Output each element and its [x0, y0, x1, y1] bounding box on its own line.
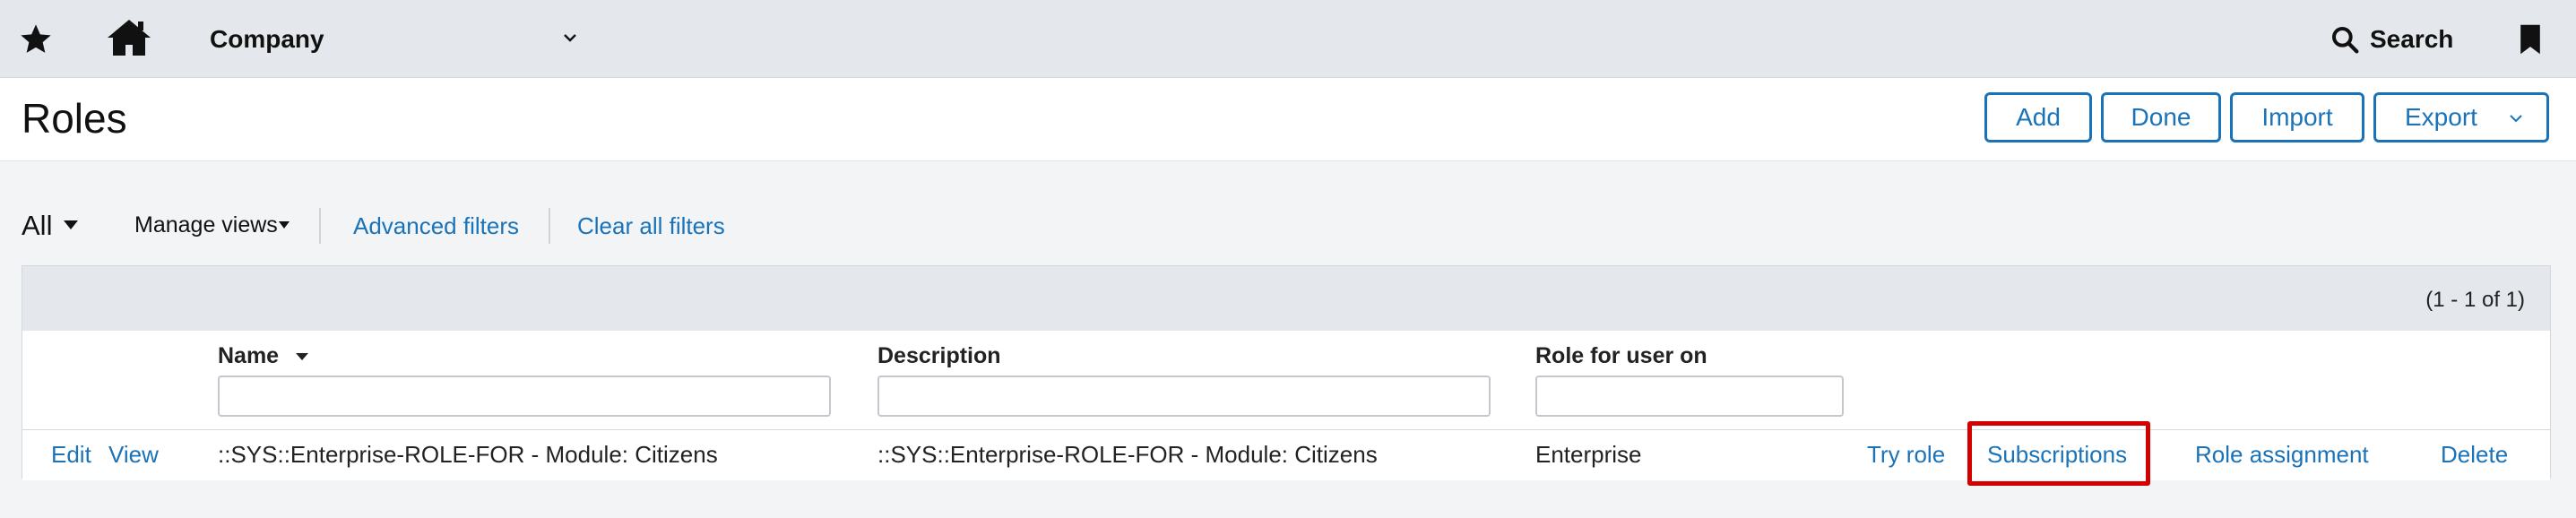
- caret-down-icon[interactable]: [63, 220, 79, 230]
- search-button[interactable]: Search: [2370, 25, 2453, 54]
- caret-down-icon[interactable]: [278, 220, 290, 229]
- try-role-link[interactable]: Try role: [1867, 441, 1945, 469]
- name-filter-input[interactable]: [218, 376, 831, 417]
- role-for-cell: Enterprise: [1535, 441, 1642, 468]
- import-button[interactable]: Import: [2230, 92, 2364, 142]
- advanced-filters-link[interactable]: Advanced filters: [353, 212, 519, 240]
- view-selector[interactable]: All: [22, 210, 52, 242]
- divider: [549, 208, 550, 244]
- role-for-filter-input[interactable]: [1535, 376, 1844, 417]
- chevron-down-icon: [2510, 115, 2522, 123]
- top-nav-bar: Company Search: [0, 0, 2576, 78]
- export-label: Export: [2405, 103, 2477, 131]
- role-description-cell: ::SYS::Enterprise-ROLE-FOR - Module: Cit…: [877, 441, 1378, 468]
- add-button[interactable]: Add: [1984, 92, 2092, 142]
- manage-views-dropdown[interactable]: Manage views: [134, 212, 278, 238]
- role-name-cell: ::SYS::Enterprise-ROLE-FOR - Module: Cit…: [218, 441, 718, 468]
- delete-link[interactable]: Delete: [2441, 441, 2508, 469]
- star-icon[interactable]: [18, 22, 54, 57]
- column-header-description[interactable]: Description: [877, 343, 1001, 369]
- sort-caret-icon[interactable]: [295, 352, 309, 361]
- page-title: Roles: [22, 95, 127, 142]
- home-icon[interactable]: [106, 18, 152, 57]
- edit-link[interactable]: Edit: [51, 441, 91, 469]
- subscriptions-link[interactable]: Subscriptions: [1987, 441, 2127, 469]
- chevron-down-icon[interactable]: [561, 29, 579, 47]
- view-link[interactable]: View: [108, 441, 159, 469]
- table-row: Edit View ::SYS::Enterprise-ROLE-FOR - M…: [22, 421, 2550, 486]
- column-header-name[interactable]: Name: [218, 343, 279, 369]
- roles-table: (1 - 1 of 1) Name Description Role for u…: [22, 265, 2551, 486]
- page-header: Roles Add Done Import Export: [0, 78, 2576, 161]
- company-selector[interactable]: Company: [210, 25, 324, 54]
- search-icon[interactable]: [2330, 25, 2359, 54]
- done-button[interactable]: Done: [2101, 92, 2221, 142]
- record-count: (1 - 1 of 1): [2425, 288, 2525, 312]
- role-assignment-link[interactable]: Role assignment: [2195, 441, 2369, 469]
- description-filter-input[interactable]: [877, 376, 1491, 417]
- column-header-role-for[interactable]: Role for user on: [1535, 343, 1707, 369]
- divider: [319, 208, 321, 244]
- table-toolbar: (1 - 1 of 1): [22, 266, 2550, 331]
- clear-all-filters-link[interactable]: Clear all filters: [577, 212, 725, 240]
- bookmark-icon[interactable]: [2519, 23, 2542, 56]
- export-button[interactable]: Export: [2373, 92, 2549, 142]
